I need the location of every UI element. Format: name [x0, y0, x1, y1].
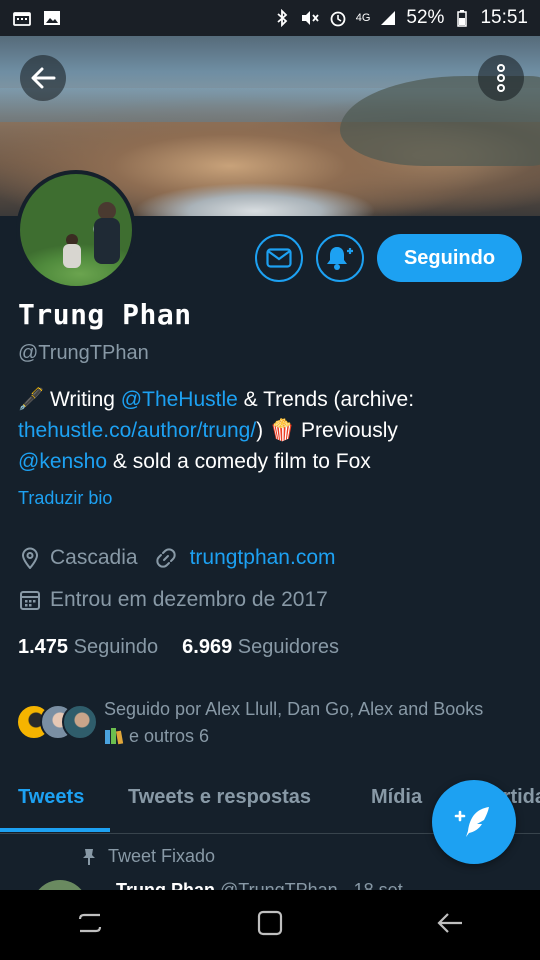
notifications-button[interactable]	[316, 234, 364, 282]
alarm-icon	[328, 10, 348, 27]
home-button[interactable]	[256, 909, 284, 942]
website-link[interactable]: trungtphan.com	[190, 546, 336, 570]
clock: 15:51	[480, 7, 528, 28]
avatar-figure	[94, 218, 120, 264]
battery-icon	[452, 10, 472, 27]
image-icon	[42, 10, 62, 26]
tab-media[interactable]: Mídia	[371, 786, 422, 809]
avatar-figure	[63, 244, 81, 268]
pinned-label: Tweet Fixado	[108, 846, 216, 866]
arrow-left-icon	[31, 67, 56, 89]
location-text: Cascadia	[50, 546, 138, 569]
pinned-label-row: Tweet Fixado	[82, 846, 215, 867]
followers-label: Seguidores	[237, 636, 339, 658]
pinned-tweet[interactable]: Trung Phan @TrungTPhan · 18 set	[0, 876, 540, 890]
followed-by-names: Seguido por Alex Llull, Dan Go, Alex and…	[104, 699, 484, 719]
back-nav-button[interactable]	[436, 909, 464, 942]
bio-text: & sold a comedy film to Fox	[107, 450, 371, 473]
tab-tweets-replies[interactable]: Tweets e respostas	[128, 786, 311, 809]
popcorn-emoji: 🍿	[269, 419, 296, 442]
tweet-author: Trung Phan	[116, 880, 215, 890]
profile-bio: 🖋️ Writing @TheHustle & Trends (archive:…	[18, 384, 528, 477]
home-icon	[257, 910, 283, 935]
tab-tweets[interactable]: Tweets	[18, 786, 84, 809]
bio-text: )	[256, 419, 269, 442]
tweet-meta: @TrungTPhan · 18 set	[215, 880, 403, 890]
books-icon	[104, 726, 124, 745]
followers-count: 6.969	[182, 636, 233, 658]
status-bar: 4G 52% 15:51	[0, 0, 540, 36]
calendar-icon	[18, 588, 42, 612]
profile-handle: @TrungTPhan	[18, 342, 149, 364]
archive-link[interactable]: thehustle.co/author/trung/	[18, 419, 256, 442]
followers-count-link[interactable]: 6.969 Seguidores	[182, 636, 339, 659]
compose-tweet-button[interactable]	[432, 780, 516, 864]
translate-bio-link[interactable]: Traduzir bio	[18, 488, 112, 509]
recent-apps-icon	[78, 913, 102, 932]
back-arrow-icon	[437, 912, 462, 933]
follow-counts: 1.475 Seguindo 6.969 Seguidores	[18, 636, 339, 659]
joined-row: Entrou em dezembro de 2017	[18, 588, 328, 612]
followed-by-others: e outros 6	[124, 726, 210, 746]
mention-kensho[interactable]: @kensho	[18, 450, 107, 473]
signal-icon	[378, 10, 398, 26]
following-count-link[interactable]: 1.475 Seguindo	[18, 636, 158, 659]
pen-emoji: 🖋️	[18, 388, 45, 411]
bluetooth-icon	[272, 9, 292, 27]
active-tab-indicator	[0, 828, 110, 832]
followed-by-text: Seguido por Alex Llull, Dan Go, Alex and…	[104, 696, 524, 750]
network-label: 4G	[355, 11, 371, 24]
bio-text: & Trends (archive:	[237, 388, 415, 411]
system-nav-bar	[0, 890, 540, 960]
bio-text: Previously	[295, 419, 398, 442]
following-count: 1.475	[18, 636, 69, 658]
bell-plus-icon	[327, 247, 353, 270]
back-button[interactable]	[20, 55, 66, 101]
link-icon	[154, 546, 178, 570]
avatar	[62, 704, 98, 740]
battery-level: 52%	[406, 7, 445, 28]
pin-icon	[83, 848, 95, 865]
location-row: Cascadia trungtphan.com	[18, 546, 336, 570]
joined-text: Entrou em dezembro de 2017	[50, 588, 328, 611]
compose-feather-icon	[454, 807, 489, 837]
tweet-header: Trung Phan @TrungTPhan · 18 set	[116, 880, 403, 890]
mute-icon	[300, 10, 320, 26]
avatar	[32, 880, 88, 890]
following-label: Seguindo	[73, 636, 159, 658]
calendar-icon	[12, 10, 32, 26]
following-button[interactable]: Seguindo	[377, 234, 522, 282]
avatar[interactable]	[16, 170, 136, 290]
more-options-button[interactable]	[478, 55, 524, 101]
bio-text: Writing	[44, 388, 121, 411]
followers-you-know-avatars	[16, 704, 98, 744]
recent-apps-button[interactable]	[76, 909, 104, 942]
mention-thehustle[interactable]: @TheHustle	[121, 388, 238, 411]
message-button[interactable]	[255, 234, 303, 282]
location-pin-icon	[18, 546, 42, 570]
profile-name: Trung Phan	[18, 298, 192, 331]
mail-icon	[266, 248, 292, 268]
more-vertical-icon	[497, 64, 505, 92]
